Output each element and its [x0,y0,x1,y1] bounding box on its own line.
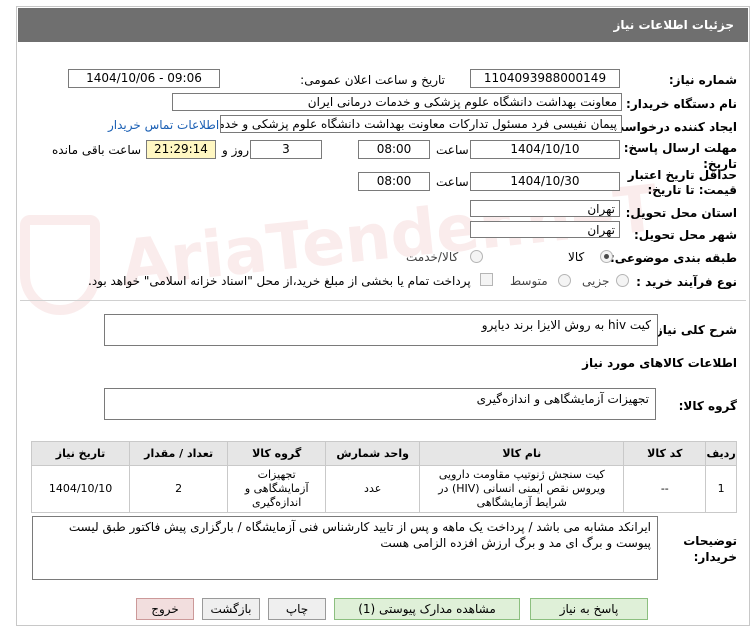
buyer-org-field: معاونت بهداشت دانشگاه علوم پزشکی و خدمات… [172,93,622,111]
category-goods-service-label: کالا/خدمت [406,250,459,264]
treasury-payment-note: پرداخت تمام یا بخشی از مبلغ خرید،از محل … [88,274,471,288]
buyer-contact-link[interactable]: اطلاعات تماس خریدار [108,117,219,133]
purchase-medium-label: متوسط [510,274,548,288]
cell-unit: عدد [325,465,421,513]
cell-index: 1 [705,465,737,513]
print-button[interactable]: چاپ [268,598,326,620]
cell-name: کیت سنجش ژنوتیپ مقاومت دارویی ویروس نقص … [419,465,625,513]
validity-time-field: 08:00 [358,172,430,191]
city-label: شهر محل تحویل: [633,228,737,242]
reply-date-field: 1404/10/10 [470,140,620,159]
province-field: تهران [470,200,620,217]
creator-field: پیمان نفیسی فرد مسئول تدارکات معاونت بهد… [220,115,622,133]
goods-group-label: گروه کالا: [678,399,737,413]
announce-label: تاریخ و ساعت اعلان عمومی: [300,73,445,87]
col-header-code: کد کالا [623,441,707,466]
back-button[interactable]: بازگشت [202,598,260,620]
section-divider [20,300,746,301]
col-header-index: ردیف [705,441,737,466]
reply-time-field: 08:00 [358,140,430,159]
days-remaining-field: 3 [250,140,322,159]
cell-date: 1404/10/10 [30,465,131,513]
col-header-unit: واحد شمارش [325,441,421,466]
treasury-payment-checkbox[interactable] [480,273,493,286]
announce-datetime-field: 1404/10/06 - 09:06 [68,69,220,88]
category-goods-service-radio[interactable] [470,250,483,263]
city-field: تهران [470,221,620,238]
need-number-label: شماره نیاز: [668,73,737,87]
reply-button[interactable]: پاسخ به نیاز [530,598,648,620]
purchase-minor-radio[interactable] [616,274,629,287]
category-label: طبقه بندی موضوعی: [609,251,737,265]
remaining-time-field: 21:29:14 [146,140,216,159]
goods-info-title: اطلاعات کالاهای مورد نیاز [582,356,737,370]
validity-date-field: 1404/10/30 [470,172,620,191]
price-validity-label: حداقل تاریخ اعتبار [627,168,737,182]
need-summary-field: کیت hiv به روش الایزا برند دیاپرو [104,314,658,346]
table-row: 1 -- کیت سنجش ژنوتیپ مقاومت دارویی ویروس… [30,465,737,513]
buyer-notes-label-2: خریدار: [693,550,737,564]
days-label: روز و [222,143,249,157]
category-goods-radio[interactable] [600,250,613,263]
validity-time-label: ساعت [436,175,469,189]
col-header-group: گروه کالا [227,441,327,466]
buyer-notes-label: توضیحات [683,534,737,548]
need-summary-label: شرح کلی نیاز: [651,323,737,337]
need-number-field: 1104093988000149 [470,69,620,88]
col-header-date: تاریخ نیاز [30,441,131,466]
buyer-notes-field: ایرانکد مشابه می باشد / پرداخت یک ماهه و… [32,516,658,580]
page-title: جزئیات اطلاعات نیاز [18,8,748,42]
attachments-button[interactable]: مشاهده مدارک پیوستی (1) [334,598,520,620]
purchase-minor-label: جزیی [582,274,610,288]
table-header-row: ردیف کد کالا نام کالا واحد شمارش گروه کا… [30,441,737,466]
exit-button[interactable]: خروج [136,598,194,620]
buyer-org-label: نام دستگاه خریدار: [626,97,737,111]
cell-quantity: 2 [129,465,229,513]
price-validity-label-2: قیمت: تا تاریخ: [647,183,737,197]
purchase-type-label: نوع فرآیند خرید : [636,275,737,289]
reply-deadline-label: مهلت ارسال پاسخ: تا [610,141,738,155]
province-label: استان محل تحویل: [625,206,737,220]
col-header-name: نام کالا [419,441,625,466]
goods-table: ردیف کد کالا نام کالا واحد شمارش گروه کا… [30,441,737,513]
creator-label: ایجاد کننده درخواست: [607,120,737,134]
remaining-time-label: ساعت باقی مانده [52,143,142,157]
reply-time-label: ساعت [436,143,469,157]
goods-group-field: تجهیزات آزمایشگاهی و اندازه‌گیری [104,388,656,420]
cell-code: -- [623,465,707,513]
cell-group: تجهیزات آزمایشگاهی و اندازه‌گیری [227,465,327,513]
col-header-quantity: تعداد / مقدار [129,441,229,466]
category-goods-label: کالا [568,250,585,264]
purchase-medium-radio[interactable] [558,274,571,287]
